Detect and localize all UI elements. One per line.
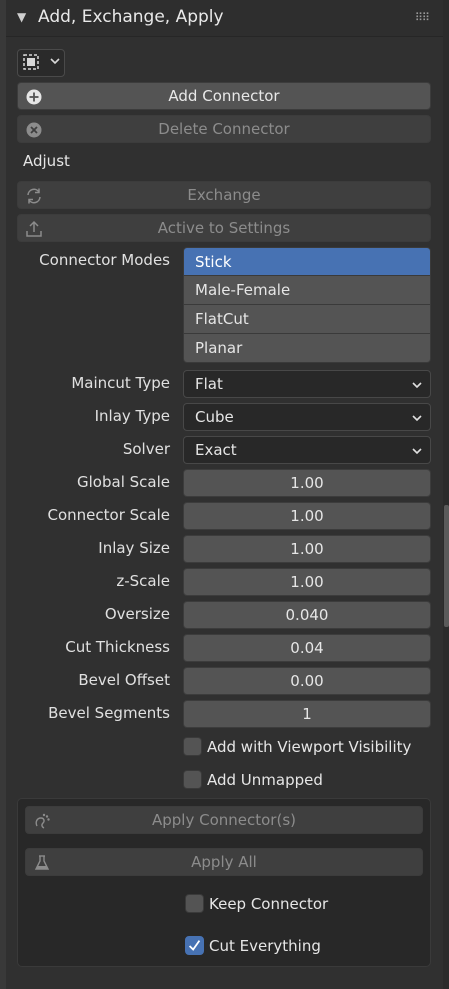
footprint-icon bbox=[35, 813, 50, 829]
keep-connector-label: Keep Connector bbox=[209, 895, 329, 913]
selection-box-icon bbox=[23, 54, 39, 70]
solver-label: Solver bbox=[122, 440, 170, 458]
chevron-down-icon bbox=[412, 415, 422, 422]
inlay-type-value: Cube bbox=[195, 408, 234, 426]
x-circle-icon bbox=[26, 122, 42, 138]
maincut-type-value: Flat bbox=[195, 375, 223, 393]
add-connector-label: Add Connector bbox=[168, 87, 280, 105]
mode-planar[interactable]: Planar bbox=[183, 334, 431, 363]
inlay-type-dropdown[interactable]: Cube bbox=[183, 403, 431, 431]
plus-circle-icon bbox=[26, 89, 42, 105]
maincut-type-dropdown[interactable]: Flat bbox=[183, 370, 431, 398]
delete-connector-button[interactable]: Delete Connector bbox=[17, 115, 431, 143]
z-scale-field[interactable]: 1.00 bbox=[183, 568, 431, 596]
viewport-visibility-label: Add with Viewport Visibility bbox=[207, 738, 412, 756]
inlay-size-label: Inlay Size bbox=[98, 539, 170, 557]
inlay-type-label: Inlay Type bbox=[94, 407, 170, 425]
apply-all-label: Apply All bbox=[191, 853, 257, 871]
solver-dropdown[interactable]: Exact bbox=[183, 436, 431, 464]
inlay-size-field[interactable]: 1.00 bbox=[183, 535, 431, 563]
solver-value: Exact bbox=[195, 441, 237, 459]
mode-stick[interactable]: Stick bbox=[183, 247, 431, 276]
connector-modes-list: Stick Male-Female FlatCut Planar bbox=[183, 247, 431, 363]
checkmark-icon bbox=[188, 940, 201, 951]
mode-flatcut[interactable]: FlatCut bbox=[183, 305, 431, 334]
connector-modes-label: Connector Modes bbox=[39, 251, 170, 269]
add-connector-button[interactable]: Add Connector bbox=[17, 82, 431, 110]
chevron-down-icon bbox=[412, 448, 422, 455]
cut-thickness-field[interactable]: 0.04 bbox=[183, 634, 431, 662]
bevel-offset-field[interactable]: 0.00 bbox=[183, 667, 431, 695]
global-scale-field[interactable]: 1.00 bbox=[183, 469, 431, 497]
global-scale-label: Global Scale bbox=[77, 473, 170, 491]
cut-thickness-label: Cut Thickness bbox=[65, 638, 170, 656]
selection-mode-dropdown[interactable] bbox=[17, 49, 65, 77]
maincut-type-label: Maincut Type bbox=[71, 374, 170, 392]
apply-connectors-label: Apply Connector(s) bbox=[151, 811, 296, 829]
active-to-settings-label: Active to Settings bbox=[157, 219, 291, 237]
bevel-segments-field[interactable]: 1 bbox=[183, 700, 431, 728]
chevron-down-icon bbox=[412, 382, 422, 389]
oversize-label: Oversize bbox=[104, 605, 170, 623]
viewport-visibility-checkbox[interactable] bbox=[183, 737, 202, 756]
flask-icon bbox=[34, 855, 50, 870]
add-unmapped-label: Add Unmapped bbox=[207, 771, 323, 789]
add-exchange-apply-panel: ▼ Add, Exchange, Apply ⠿⠿ Add Connector … bbox=[6, 0, 443, 989]
apply-all-button[interactable]: Apply All bbox=[25, 848, 423, 876]
bevel-segments-label: Bevel Segments bbox=[48, 704, 170, 722]
exchange-label: Exchange bbox=[187, 186, 261, 204]
connector-scale-label: Connector Scale bbox=[47, 506, 171, 524]
mode-male-female[interactable]: Male-Female bbox=[183, 276, 431, 305]
refresh-icon bbox=[27, 188, 41, 204]
scrollbar[interactable] bbox=[444, 505, 449, 627]
keep-connector-checkbox[interactable] bbox=[185, 894, 204, 913]
connector-scale-field[interactable]: 1.00 bbox=[183, 502, 431, 530]
bevel-offset-label: Bevel Offset bbox=[78, 671, 170, 689]
exchange-button[interactable]: Exchange bbox=[17, 181, 431, 209]
delete-connector-label: Delete Connector bbox=[158, 120, 290, 138]
chevron-down-icon bbox=[50, 58, 60, 65]
cut-everything-label: Cut Everything bbox=[209, 937, 321, 955]
panel-title: Add, Exchange, Apply bbox=[38, 7, 224, 27]
cut-everything-checkbox[interactable] bbox=[185, 936, 204, 955]
grip-dots-icon[interactable]: ⠿⠿ bbox=[415, 11, 430, 24]
z-scale-label: z-Scale bbox=[116, 572, 170, 590]
apply-connectors-button[interactable]: Apply Connector(s) bbox=[25, 806, 423, 834]
add-unmapped-checkbox[interactable] bbox=[183, 770, 202, 789]
apply-box: Apply Connector(s) Apply All Keep Connec… bbox=[17, 798, 431, 967]
upload-icon bbox=[26, 220, 42, 237]
active-to-settings-button[interactable]: Active to Settings bbox=[17, 214, 431, 242]
adjust-heading: Adjust bbox=[23, 152, 70, 170]
oversize-field[interactable]: 0.040 bbox=[183, 601, 431, 629]
panel-header[interactable]: ▼ Add, Exchange, Apply ⠿⠿ bbox=[6, 0, 443, 37]
triangle-down-icon[interactable]: ▼ bbox=[17, 10, 26, 24]
